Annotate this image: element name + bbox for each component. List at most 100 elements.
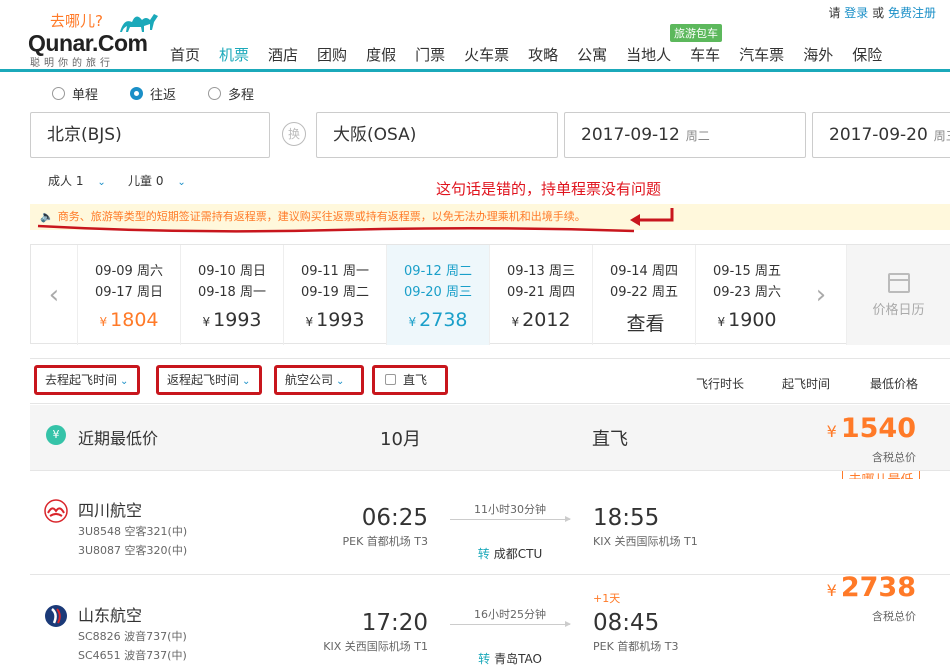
depart-date-field[interactable]: 2017-09-12 周二 <box>564 112 806 158</box>
adult-label: 成人 <box>48 174 73 188</box>
nav-item-vacation[interactable]: 度假 <box>366 44 396 68</box>
login-link[interactable]: 登录 <box>844 6 868 20</box>
date-cell-currency: ¥ <box>408 315 417 329</box>
sort-depart-time[interactable]: 起飞时间 <box>782 375 830 392</box>
child-label: 儿童 <box>128 174 153 188</box>
airline-name: 四川航空 <box>78 501 143 520</box>
chevron-down-icon: ⌄ <box>177 177 186 188</box>
from-city-field[interactable]: 北京(BJS) <box>30 112 270 158</box>
annotation-note: 这句话是错的，持单程票没有问题 <box>436 180 662 198</box>
sort-lowest-price[interactable]: 最低价格 <box>870 375 918 392</box>
summary-tax-note: 含税总价 <box>872 451 916 464</box>
date-cell-view-link[interactable]: 查看 <box>626 313 664 335</box>
date-cell-return: 09-19 周二 <box>301 285 369 300</box>
nav-item-bus[interactable]: 汽车票 <box>739 44 784 68</box>
date-cell-currency: ¥ <box>202 315 211 329</box>
sort-duration[interactable]: 飞行时长 <box>696 375 744 392</box>
date-cell-depart: 09-12 周二 <box>404 264 472 279</box>
depart-time: 17:20 <box>361 610 428 636</box>
date-cell[interactable]: 09-10 周日 09-18 周一 ¥1993 <box>180 245 283 345</box>
date-cell-selected[interactable]: 09-12 周二 09-20 周三 ¥2738 <box>386 245 489 345</box>
site-header: 去哪儿? Qunar.Com 聪明你的旅行 请 登录 或 免费注册 首页 机票 … <box>0 0 950 72</box>
chevron-down-icon: ⌄ <box>97 177 106 188</box>
direct-filter-label: 直飞 <box>403 373 428 387</box>
swap-cities-button[interactable]: 换 <box>282 122 306 146</box>
depart-airport: KIX 关西国际机场 T1 <box>323 640 428 653</box>
date-cell-currency: ¥ <box>717 315 726 329</box>
flight-number: SC8826 波音737(中) <box>78 630 187 643</box>
date-cell[interactable]: 09-15 周五 09-23 周六 ¥1900 <box>695 245 798 345</box>
price-calendar-label: 价格日历 <box>872 303 925 318</box>
date-cell-price: 1993 <box>316 309 365 331</box>
airline-name: 山东航空 <box>78 606 143 625</box>
nav-item-overseas[interactable]: 海外 <box>803 44 833 68</box>
return-time-filter-label: 返程起飞时间 <box>167 373 240 387</box>
adult-selector[interactable]: 成人 1 ⌄ <box>48 172 106 189</box>
trip-type-oneway[interactable]: 单程 <box>52 84 98 103</box>
logo-wordmark[interactable]: Qunar.Com <box>28 30 148 57</box>
transfer-tag: 转 <box>478 652 491 666</box>
depart-time-filter[interactable]: 去程起飞时间 ⌄ <box>34 365 140 395</box>
duration-arrow-icon <box>450 516 571 522</box>
date-cell-return: 09-22 周五 <box>610 285 678 300</box>
nav-item-home[interactable]: 首页 <box>170 44 200 68</box>
nav-item-train[interactable]: 火车票 <box>464 44 509 68</box>
flight-price[interactable]: ¥2738 <box>827 572 916 603</box>
nav-item-group-buy[interactable]: 团购 <box>317 44 347 68</box>
trip-type-multi[interactable]: 多程 <box>208 84 254 103</box>
date-cell[interactable]: 09-14 周四 09-22 周五 查看 <box>592 245 695 345</box>
nav-item-cars[interactable]: 车车 <box>690 44 720 68</box>
register-link[interactable]: 免费注册 <box>888 6 936 20</box>
main-nav: 首页 机票 酒店 团购 度假 门票 火车票 攻略 公寓 当地人 车车 汽车票 海… <box>170 44 901 68</box>
nav-item-tickets[interactable]: 门票 <box>415 44 445 68</box>
return-date-field[interactable]: 2017-09-20 周三 <box>812 112 950 158</box>
direct-checkbox[interactable] <box>385 374 396 385</box>
nav-item-insurance[interactable]: 保险 <box>852 44 882 68</box>
flight-row[interactable]: 山东航空 SC8826 波音737(中) SC4651 波音737(中) 17:… <box>30 572 950 672</box>
flight-row[interactable]: 四川航空 3U8548 空客321(中) 3U8087 空客320(中) 06:… <box>30 479 950 575</box>
return-weekday: 周三 <box>933 129 950 143</box>
summary-label: 近期最低价 <box>78 429 159 448</box>
logo-slogan: 去哪儿? <box>50 12 103 30</box>
prev-dates-chevron-icon[interactable]: ‹ <box>31 245 77 345</box>
airline-filter[interactable]: 航空公司 ⌄ <box>274 365 364 395</box>
date-cell[interactable]: 09-11 周一 09-19 周二 ¥1993 <box>283 245 386 345</box>
date-cell[interactable]: 09-09 周六 09-17 周日 ¥1804 <box>77 245 180 345</box>
date-cell-return: 09-23 周六 <box>713 285 781 300</box>
nav-item-guides[interactable]: 攻略 <box>528 44 558 68</box>
radio-oneway[interactable] <box>52 87 65 100</box>
trip-type-multi-label: 多程 <box>228 88 255 103</box>
date-cell-depart: 09-15 周五 <box>713 264 781 279</box>
summary-direct: 直飞 <box>592 429 628 450</box>
date-cell-return: 09-20 周三 <box>404 285 472 300</box>
summary-currency: ¥ <box>826 422 837 441</box>
trip-type-roundtrip[interactable]: 往返 <box>130 84 176 103</box>
price-calendar-button[interactable]: 价格日历 <box>846 245 950 345</box>
date-cell-currency: ¥ <box>511 315 520 329</box>
radio-multi[interactable] <box>208 87 222 100</box>
direct-filter[interactable]: 直飞 <box>372 365 448 395</box>
arrive-airport: KIX 关西国际机场 T1 <box>593 535 698 548</box>
summary-price: ¥1540 <box>827 413 916 444</box>
logo-tagline: 聪明你的旅行 <box>30 58 114 69</box>
nav-item-apartment[interactable]: 公寓 <box>577 44 607 68</box>
flight-tax-note: 含税总价 <box>872 610 916 623</box>
return-time-filter[interactable]: 返程起飞时间 ⌄ <box>156 365 262 395</box>
to-city-field[interactable]: 大阪(OSA) <box>316 112 558 158</box>
lowest-price-summary[interactable]: ¥ 近期最低价 10月 直飞 ¥1540 含税总价 <box>30 405 950 471</box>
child-selector[interactable]: 儿童 0 ⌄ <box>128 172 186 189</box>
date-cell[interactable]: 09-13 周三 09-21 周四 ¥2012 <box>489 245 592 345</box>
summary-month: 10月 <box>380 429 421 450</box>
next-dates-chevron-icon[interactable]: › <box>798 245 844 345</box>
nav-item-flights[interactable]: 机票 <box>219 44 249 68</box>
date-cell-price: 1900 <box>728 309 777 331</box>
flight-price-value: 2738 <box>840 572 916 603</box>
date-cell-depart: 09-13 周三 <box>507 264 575 279</box>
nav-item-locals[interactable]: 当地人 <box>626 44 671 68</box>
nav-item-hotels[interactable]: 酒店 <box>268 44 298 68</box>
date-cell-price: 1804 <box>110 309 159 331</box>
radio-roundtrip[interactable] <box>130 87 144 100</box>
from-city-value: 北京(BJS) <box>47 125 122 145</box>
annotation-arrow-icon <box>630 208 674 226</box>
next-day-badge: +1天 <box>593 592 621 605</box>
